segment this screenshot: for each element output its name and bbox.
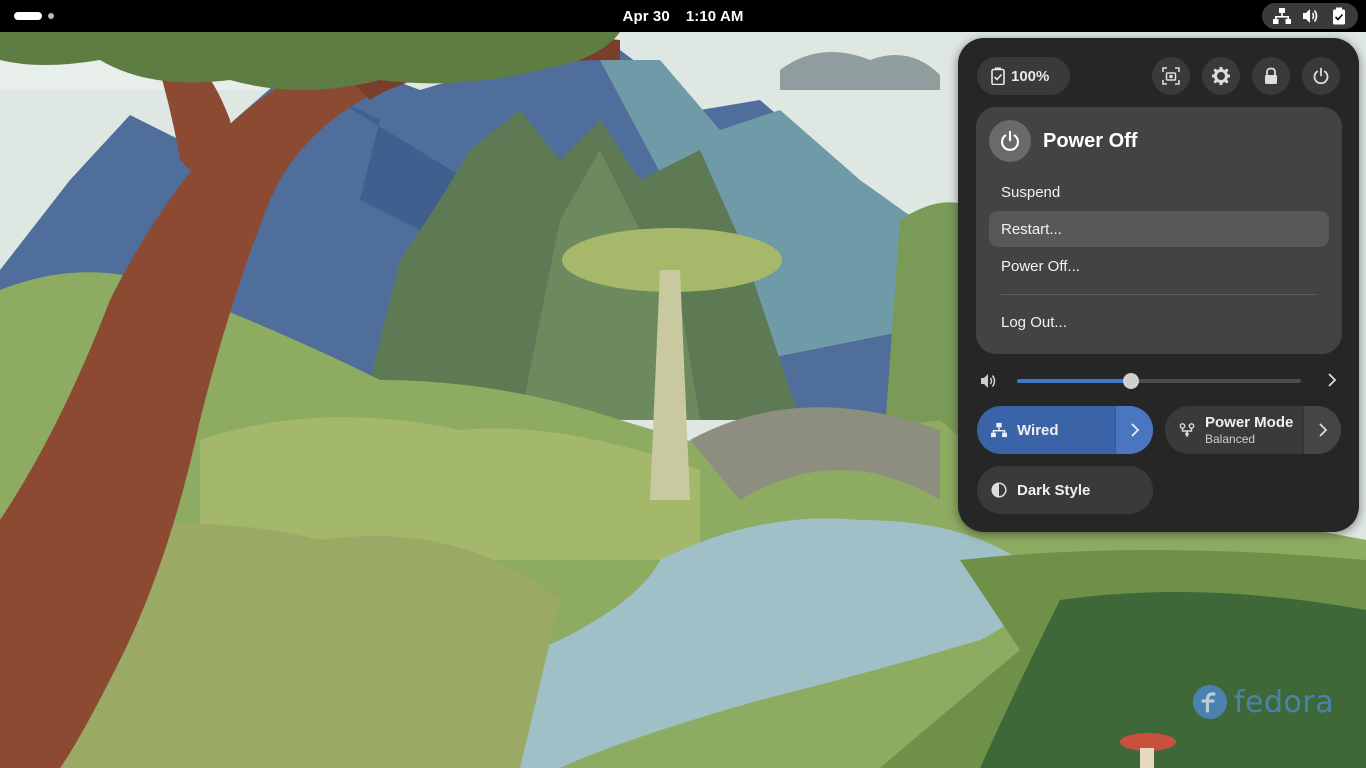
quick-settings-header: 100%: [977, 57, 1340, 95]
wired-toggle-main[interactable]: Wired: [977, 406, 1115, 454]
power-mode-value: Balanced: [1205, 432, 1256, 446]
battery-button[interactable]: 100%: [977, 57, 1070, 95]
menu-item-restart[interactable]: Restart...: [989, 211, 1329, 247]
dark-style-toggle-main[interactable]: Dark Style: [977, 466, 1153, 514]
menu-item-label: Log Out...: [1001, 313, 1067, 331]
wired-toggle[interactable]: Wired: [977, 406, 1153, 454]
network-wired-icon: [991, 422, 1007, 438]
power-mode-menu-arrow[interactable]: [1303, 406, 1341, 454]
dark-style-label: Dark Style: [1017, 481, 1091, 499]
power-icon: [1313, 67, 1329, 85]
volume-slider-handle[interactable]: [1123, 373, 1139, 389]
menu-item-log-out[interactable]: Log Out...: [989, 304, 1329, 340]
network-wired-icon: [1273, 8, 1292, 24]
fedora-logo-text: fedora: [1234, 684, 1335, 720]
power-mode-toggle[interactable]: Power Mode Balanced: [1165, 406, 1341, 454]
volume-slider-fill: [1017, 379, 1131, 383]
clock-time: 1:10 AM: [685, 7, 744, 25]
screenshot-icon: [1162, 67, 1180, 85]
power-menu-header: Power Off: [989, 120, 1137, 162]
power-menu-icon-circle: [989, 120, 1031, 162]
lock-icon: [1265, 67, 1277, 84]
fedora-logo-icon: [1193, 685, 1227, 719]
dark-mode-icon: [991, 482, 1007, 498]
clock-date: Apr 30: [622, 7, 670, 25]
power-button[interactable]: [1302, 57, 1340, 95]
menu-item-label: Suspend: [1001, 183, 1061, 201]
menu-separator: [1001, 294, 1317, 295]
lock-button[interactable]: [1252, 57, 1290, 95]
date-time-button[interactable]: Apr 30 1:10 AM: [0, 0, 1366, 32]
volume-slider[interactable]: [1017, 373, 1301, 389]
menu-item-label: Power Off...: [1001, 257, 1080, 275]
system-status-button[interactable]: [1262, 3, 1358, 29]
menu-item-label: Restart...: [1001, 220, 1062, 238]
wired-menu-arrow[interactable]: [1115, 406, 1153, 454]
battery-percentage: 100%: [1011, 67, 1050, 85]
power-mode-toggle-main[interactable]: Power Mode Balanced: [1165, 406, 1303, 454]
dark-style-toggle[interactable]: Dark Style: [977, 466, 1153, 514]
top-bar: Apr 30 1:10 AM: [0, 0, 1366, 32]
quick-settings-panel: 100% Power Off Suspend Restart... Power …: [958, 38, 1359, 532]
power-mode-text: Power Mode Balanced: [1205, 414, 1293, 446]
gear-icon: [1212, 67, 1230, 85]
fedora-logo: fedora: [1192, 682, 1334, 722]
power-off-menu: Power Off Suspend Restart... Power Off..…: [976, 107, 1342, 354]
chevron-right-icon: [1318, 423, 1327, 437]
screenshot-button[interactable]: [1152, 57, 1190, 95]
battery-icon: [991, 67, 1005, 85]
power-mode-label: Power Mode: [1205, 414, 1294, 431]
power-profile-balanced-icon: [1179, 423, 1195, 437]
menu-item-suspend[interactable]: Suspend: [989, 174, 1329, 210]
volume-icon: [1302, 9, 1318, 23]
chevron-right-icon[interactable]: [1326, 372, 1338, 388]
power-icon: [1001, 130, 1019, 151]
volume-icon[interactable]: [980, 373, 998, 389]
volume-control: [980, 366, 1338, 396]
settings-button[interactable]: [1202, 57, 1240, 95]
power-menu-title: Power Off: [1043, 129, 1138, 152]
chevron-right-icon: [1130, 423, 1139, 437]
battery-icon: [1332, 7, 1345, 25]
menu-item-power-off[interactable]: Power Off...: [989, 248, 1329, 284]
wired-toggle-label: Wired: [1017, 421, 1059, 439]
